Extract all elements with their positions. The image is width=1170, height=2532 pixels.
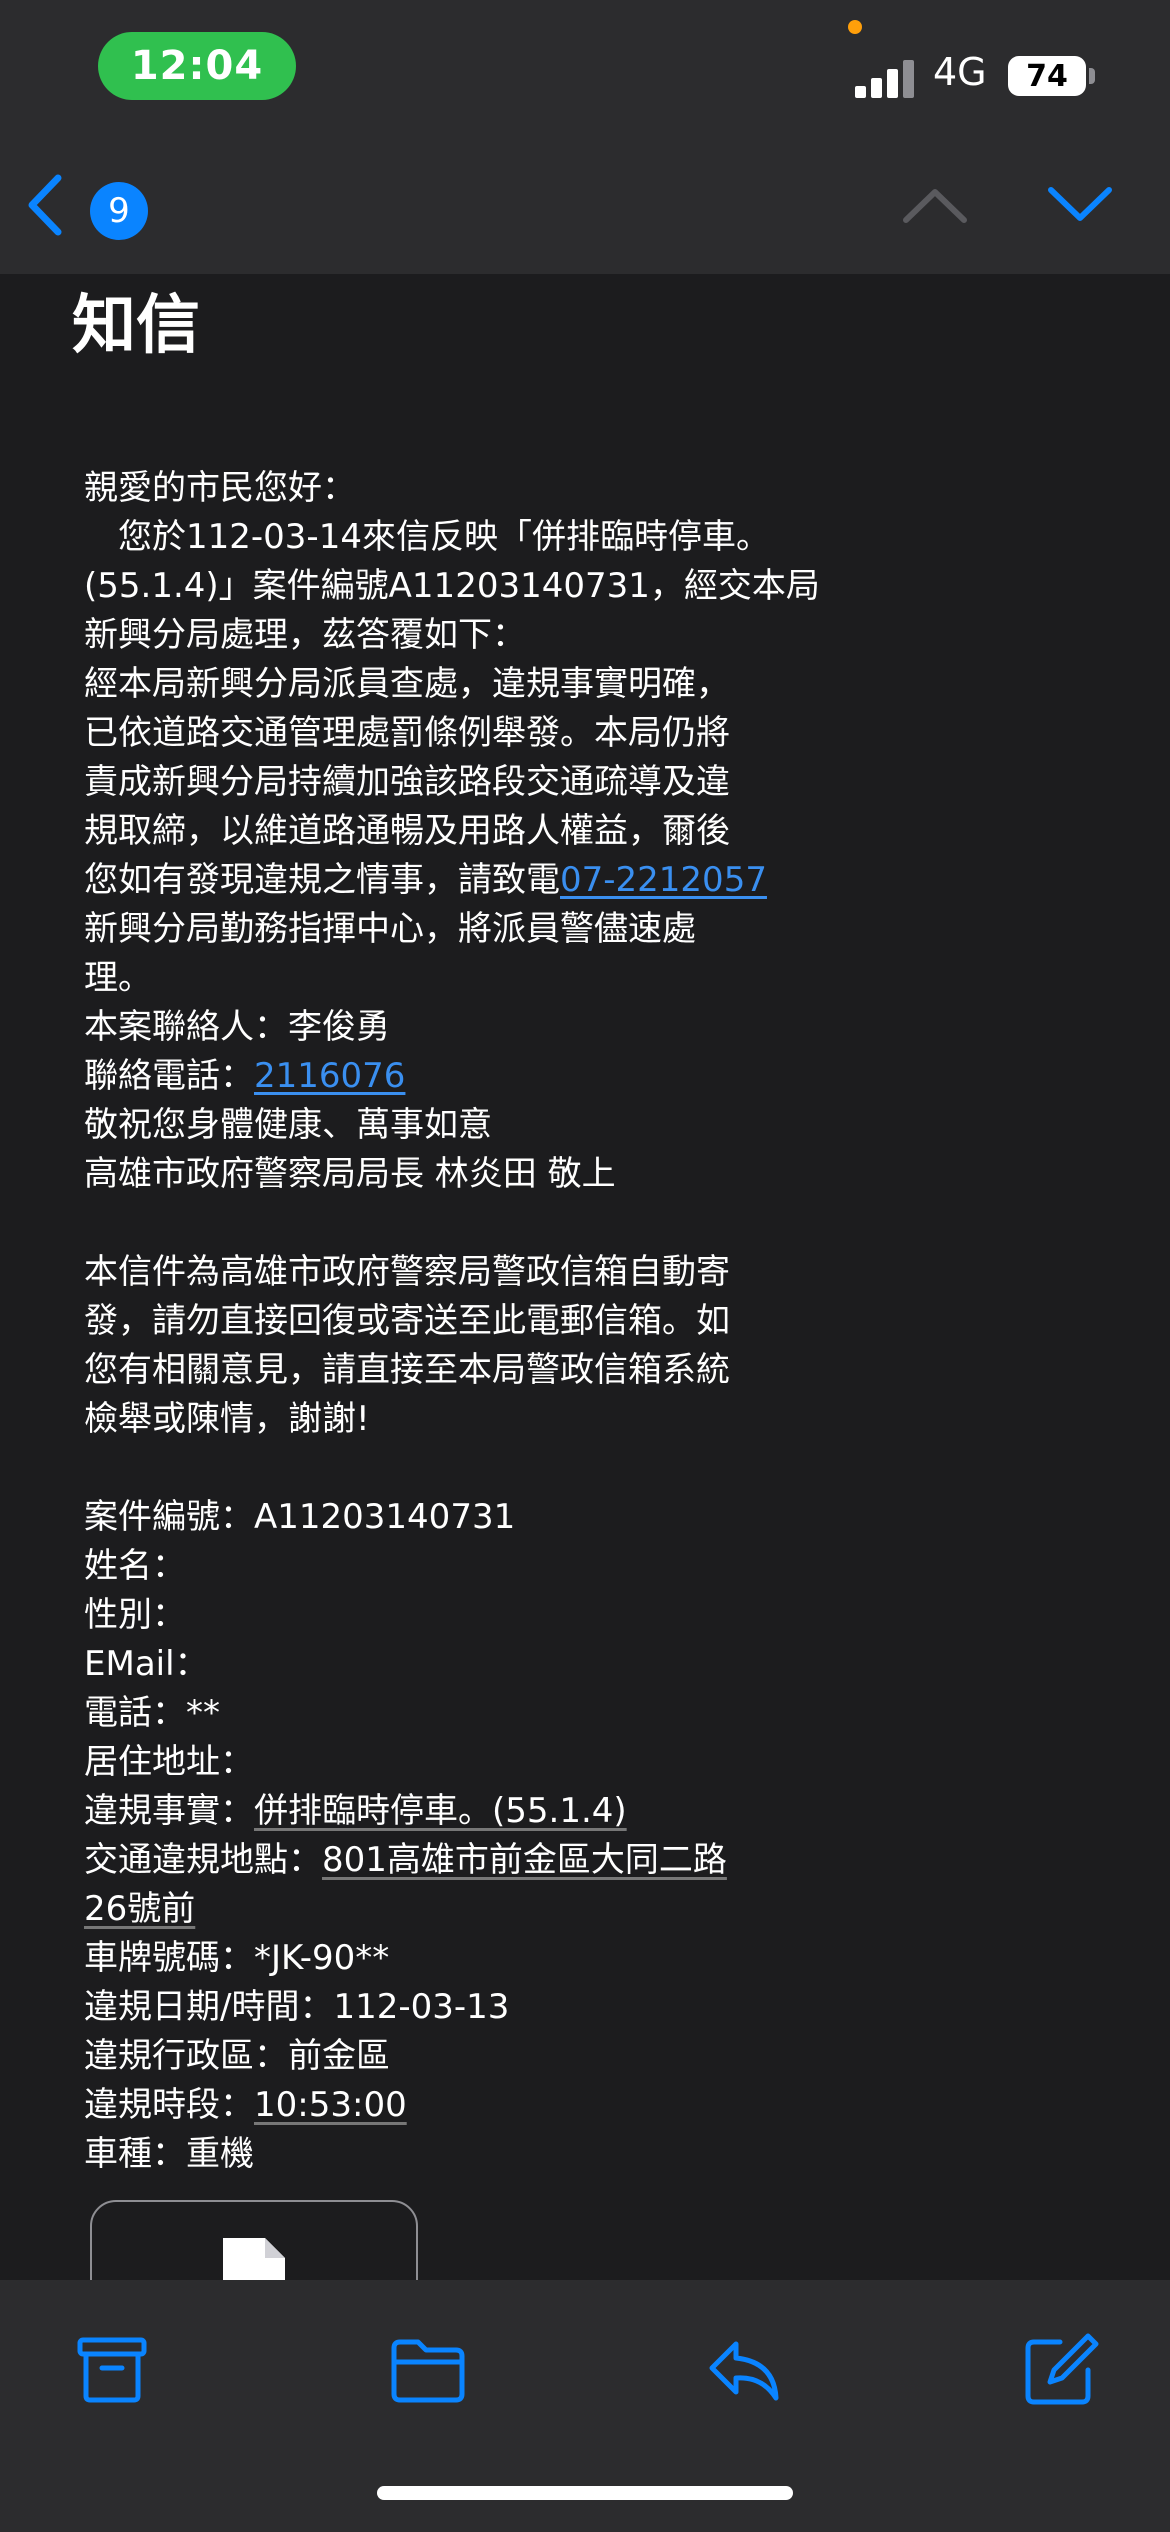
- location-label: 交通違規地點：: [84, 1840, 322, 1880]
- name-field: 姓名：: [84, 1542, 804, 1591]
- status-bar: 12:04 4G 74: [0, 0, 1170, 140]
- chevron-up-icon[interactable]: [900, 180, 970, 230]
- period-value[interactable]: 10:53:00: [254, 2085, 407, 2125]
- nav-bar: 9: [0, 140, 1170, 274]
- greeting: 親愛的市民您好：: [84, 468, 356, 508]
- redacted-email: [208, 1650, 569, 1681]
- network-type: 4G: [933, 50, 987, 94]
- violation-field: 違規事實：併排臨時停車。(55.1.4): [84, 1787, 804, 1836]
- notice-line: 發，請勿直接回復或寄送至此電郵信箱。如: [84, 1301, 730, 1341]
- home-indicator[interactable]: [377, 2486, 793, 2500]
- phone-link[interactable]: 07-2212057: [560, 860, 767, 900]
- name-label: 姓名：: [84, 1546, 186, 1586]
- violation-value[interactable]: 併排臨時停車。(55.1.4): [254, 1791, 627, 1831]
- violation-label: 違規事實：: [84, 1791, 254, 1831]
- privacy-indicator-dot: [848, 20, 862, 34]
- body-line: 已依道路交通管理處罰條例舉發。本局仍將: [84, 713, 730, 753]
- contact-person: 本案聯絡人：李俊勇: [84, 1007, 390, 1047]
- location-address-link[interactable]: 801高雄市前金區大同二路: [322, 1840, 727, 1880]
- body-line: 責成新興分局持續加強該路段交通疏導及違: [84, 762, 730, 802]
- status-time[interactable]: 12:04: [98, 32, 296, 100]
- location-field: 交通違規地點：801高雄市前金區大同二路: [84, 1836, 804, 1885]
- date-label: 違規日期/時間：: [84, 1987, 334, 2027]
- contact-phone-link[interactable]: 2116076: [254, 1056, 405, 1096]
- compose-icon[interactable]: [1020, 2330, 1100, 2410]
- reply-icon[interactable]: [704, 2330, 784, 2410]
- closing-wishes: 敬祝您身體健康、萬事如意: [84, 1105, 492, 1145]
- body-line: 規取締，以維道路通暢及用路人權益，爾後: [84, 811, 730, 851]
- message-body: 親愛的市民您好： 您於112-03-14來信反映「併排臨時停車。 (55.1.4…: [84, 464, 820, 2179]
- period-field: 違規時段：10:53:00: [84, 2081, 804, 2130]
- body-line-with-phone: 您如有發現違規之情事，請致電07-2212057: [84, 856, 804, 905]
- case-number: 案件編號：A11203140731: [84, 1497, 516, 1537]
- gender-field: 性別：: [84, 1591, 804, 1640]
- redacted-address: [254, 1748, 554, 1779]
- plate-number: 車牌號碼：*JK-90**: [84, 1938, 390, 1978]
- battery-tip: [1089, 68, 1095, 84]
- date-value: 112-03-13: [333, 1987, 510, 2027]
- redacted-name: [186, 1552, 466, 1583]
- mail-screen: 12:04 4G 74 9 知信 親愛的市民您好： 您於112-03-14來信反…: [0, 0, 1170, 2532]
- battery-icon: 74: [1008, 56, 1086, 96]
- vehicle-type: 車種：重機: [84, 2134, 254, 2174]
- contact-phone-label: 聯絡電話：: [84, 1056, 254, 1096]
- body-line: 新興分局處理，茲答覆如下：: [84, 615, 526, 655]
- email-label: EMail：: [84, 1644, 209, 1684]
- attachment-card[interactable]: [90, 2200, 418, 2280]
- location-field-cont: 26號前: [84, 1885, 804, 1934]
- address-field: 居住地址：: [84, 1738, 804, 1787]
- archive-icon[interactable]: [72, 2330, 152, 2410]
- unread-count-badge[interactable]: 9: [90, 182, 148, 240]
- phone-field: 電話：**: [84, 1693, 220, 1733]
- signal-icon: [855, 56, 915, 98]
- body-line: 理。: [84, 958, 152, 998]
- document-icon: [223, 2238, 285, 2280]
- body-text: 您如有發現違規之情事，請致電: [84, 860, 560, 900]
- body-line: (55.1.4)」案件編號A11203140731，經交本局: [84, 566, 820, 606]
- email-field: EMail：: [84, 1640, 804, 1689]
- body-line: 新興分局勤務指揮中心，將派員警儘速處: [84, 909, 696, 949]
- location-address-link-cont[interactable]: 26號前: [84, 1889, 195, 1929]
- message-subject: 知信: [72, 289, 200, 363]
- district-field: 違規行政區：前金區: [84, 2036, 390, 2076]
- chevron-left-icon[interactable]: [20, 170, 70, 240]
- body-line: 您於112-03-14來信反映「併排臨時停車。: [84, 517, 770, 557]
- period-label: 違規時段：: [84, 2085, 254, 2125]
- contact-phone-line: 聯絡電話：2116076: [84, 1052, 804, 1101]
- body-line: 經本局新興分局派員查處，違規事實明確，: [84, 664, 730, 704]
- redacted-gender: [186, 1601, 306, 1632]
- notice-line: 本信件為高雄市政府警察局警政信箱自動寄: [84, 1252, 730, 1292]
- folder-icon[interactable]: [388, 2330, 468, 2410]
- message-content[interactable]: 知信 親愛的市民您好： 您於112-03-14來信反映「併排臨時停車。 (55.…: [0, 274, 1170, 2280]
- notice-line: 您有相關意見，請直接至本局警政信箱系統: [84, 1350, 730, 1390]
- notice-line: 檢舉或陳情，謝謝!: [84, 1399, 370, 1439]
- signature: 高雄市政府警察局局長 林炎田 敬上: [84, 1154, 616, 1194]
- gender-label: 性別：: [84, 1595, 186, 1635]
- chevron-down-icon[interactable]: [1045, 180, 1115, 230]
- date-field: 違規日期/時間：112-03-13: [84, 1983, 804, 2032]
- address-label: 居住地址：: [84, 1742, 254, 1782]
